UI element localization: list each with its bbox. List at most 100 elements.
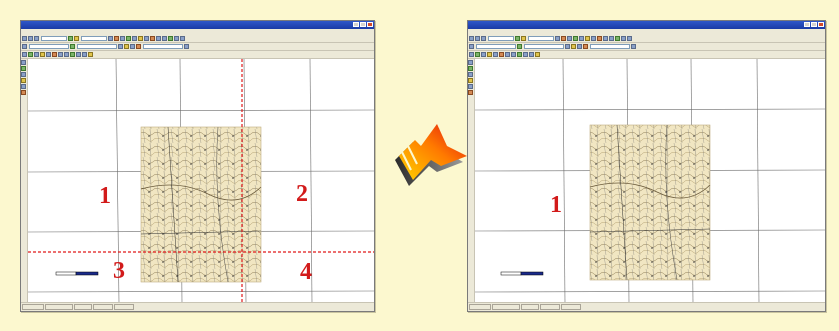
map-view[interactable]: 1 <box>475 59 825 303</box>
text-tool-icon[interactable] <box>21 90 26 95</box>
tool-icon[interactable] <box>573 36 578 41</box>
tool-icon[interactable] <box>156 36 161 41</box>
tool-icon[interactable] <box>130 44 135 49</box>
projection-combo[interactable] <box>524 44 564 49</box>
tool-icon[interactable] <box>34 52 39 57</box>
tool-icon[interactable] <box>499 52 504 57</box>
zoom-combo[interactable] <box>488 36 514 41</box>
tool-icon[interactable] <box>22 52 27 57</box>
folder-icon[interactable] <box>521 36 526 41</box>
tool-icon[interactable] <box>124 44 129 49</box>
datum-combo[interactable] <box>143 44 183 49</box>
folder-icon[interactable] <box>74 36 79 41</box>
tool-icon[interactable] <box>567 36 572 41</box>
layer-icon[interactable] <box>68 36 73 41</box>
tool-icon[interactable] <box>64 52 69 57</box>
tool-icon[interactable] <box>40 52 45 57</box>
minimize-icon[interactable] <box>804 22 810 27</box>
tool-icon[interactable] <box>627 36 632 41</box>
title-bar[interactable] <box>468 21 825 29</box>
measure-tool-icon[interactable] <box>468 84 473 89</box>
draw-tool-icon[interactable] <box>21 78 26 83</box>
tool-icon[interactable] <box>565 44 570 49</box>
pointer-tool-icon[interactable] <box>468 60 473 65</box>
tool-icon[interactable] <box>603 36 608 41</box>
scale-combo[interactable] <box>528 36 554 41</box>
tool-icon[interactable] <box>631 44 636 49</box>
pointer-tool-icon[interactable] <box>21 60 26 65</box>
tool-icon[interactable] <box>505 52 510 57</box>
tool-icon[interactable] <box>76 52 81 57</box>
tool-icon[interactable] <box>555 36 560 41</box>
open-icon[interactable] <box>28 36 33 41</box>
tool-icon[interactable] <box>517 52 522 57</box>
tool-icon[interactable] <box>561 36 566 41</box>
tool-icon[interactable] <box>585 36 590 41</box>
zoom-combo[interactable] <box>41 36 67 41</box>
layer-combo[interactable] <box>29 44 69 49</box>
tool-icon[interactable] <box>70 44 75 49</box>
datum-combo[interactable] <box>590 44 630 49</box>
tool-icon[interactable] <box>144 36 149 41</box>
tool-icon[interactable] <box>487 52 492 57</box>
tool-icon[interactable] <box>511 52 516 57</box>
tool-icon[interactable] <box>136 44 141 49</box>
save-icon[interactable] <box>481 36 486 41</box>
tool-icon[interactable] <box>469 44 474 49</box>
tool-icon[interactable] <box>46 52 51 57</box>
tool-icon[interactable] <box>609 36 614 41</box>
map-canvas[interactable] <box>475 59 825 303</box>
tool-icon[interactable] <box>481 52 486 57</box>
tool-icon[interactable] <box>475 52 480 57</box>
map-view[interactable]: 1 2 3 4 <box>28 59 374 303</box>
tool-icon[interactable] <box>621 36 626 41</box>
tool-icon[interactable] <box>535 52 540 57</box>
scale-combo[interactable] <box>81 36 107 41</box>
new-icon[interactable] <box>22 36 27 41</box>
tool-icon[interactable] <box>118 44 123 49</box>
tool-icon[interactable] <box>162 36 167 41</box>
tool-icon[interactable] <box>28 52 33 57</box>
projection-combo[interactable] <box>77 44 117 49</box>
tool-icon[interactable] <box>88 52 93 57</box>
tool-icon[interactable] <box>469 52 474 57</box>
tool-icon[interactable] <box>597 36 602 41</box>
map-canvas[interactable] <box>28 59 374 303</box>
zoom-tool-icon[interactable] <box>21 72 26 77</box>
tool-icon[interactable] <box>529 52 534 57</box>
maximize-icon[interactable] <box>360 22 366 27</box>
tool-icon[interactable] <box>138 36 143 41</box>
tool-icon[interactable] <box>583 44 588 49</box>
tool-icon[interactable] <box>108 36 113 41</box>
pan-tool-icon[interactable] <box>21 66 26 71</box>
tool-icon[interactable] <box>174 36 179 41</box>
tool-icon[interactable] <box>114 36 119 41</box>
tool-icon[interactable] <box>58 52 63 57</box>
tool-icon[interactable] <box>150 36 155 41</box>
tool-icon[interactable] <box>184 44 189 49</box>
measure-tool-icon[interactable] <box>21 84 26 89</box>
tool-icon[interactable] <box>168 36 173 41</box>
tool-icon[interactable] <box>70 52 75 57</box>
tool-icon[interactable] <box>493 52 498 57</box>
tool-icon[interactable] <box>615 36 620 41</box>
save-icon[interactable] <box>34 36 39 41</box>
tool-icon[interactable] <box>517 44 522 49</box>
tool-icon[interactable] <box>132 36 137 41</box>
zoom-tool-icon[interactable] <box>468 72 473 77</box>
tool-icon[interactable] <box>523 52 528 57</box>
text-tool-icon[interactable] <box>468 90 473 95</box>
tool-icon[interactable] <box>120 36 125 41</box>
title-bar[interactable] <box>21 21 374 29</box>
layer-icon[interactable] <box>515 36 520 41</box>
tool-icon[interactable] <box>577 44 582 49</box>
maximize-icon[interactable] <box>811 22 817 27</box>
tool-icon[interactable] <box>52 52 57 57</box>
tool-icon[interactable] <box>579 36 584 41</box>
open-icon[interactable] <box>475 36 480 41</box>
minimize-icon[interactable] <box>353 22 359 27</box>
new-icon[interactable] <box>469 36 474 41</box>
tool-icon[interactable] <box>591 36 596 41</box>
tool-icon[interactable] <box>126 36 131 41</box>
layer-combo[interactable] <box>476 44 516 49</box>
